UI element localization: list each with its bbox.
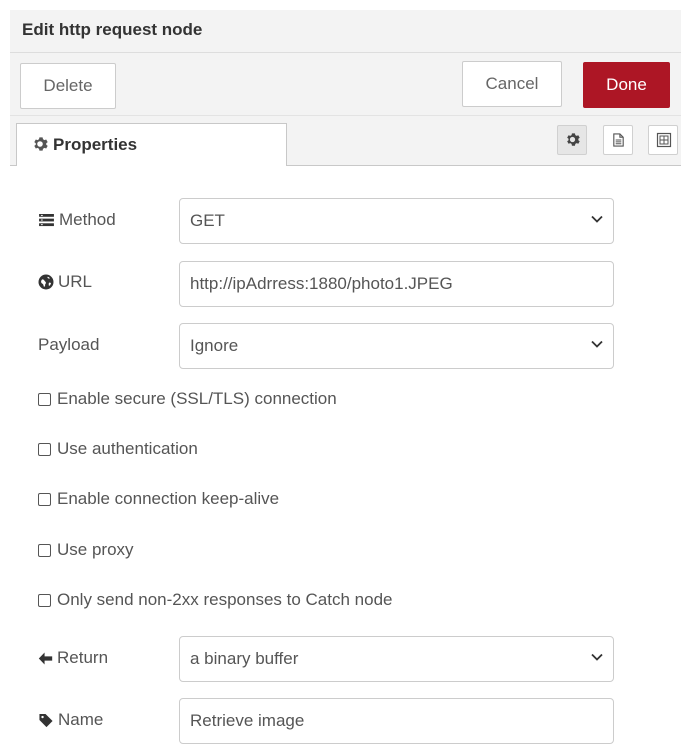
tab-appearance-button[interactable] <box>648 125 678 155</box>
method-select-value: GET <box>190 211 225 230</box>
checkbox-label: Enable secure (SSL/TLS) connection <box>57 389 337 408</box>
url-label: URL <box>38 272 92 292</box>
non-2xx-catch-checkbox[interactable]: Only send non-2xx responses to Catch nod… <box>38 590 392 610</box>
url-input[interactable]: http://ipAdrress:1880/photo1.JPEG <box>179 261 614 307</box>
tab-bar: Properties <box>10 116 681 166</box>
tab-properties-label: Properties <box>53 135 138 154</box>
use-proxy-checkbox[interactable]: Use proxy <box>38 540 134 560</box>
checkbox-label: Use authentication <box>57 439 198 458</box>
method-select[interactable]: GET <box>179 198 614 244</box>
checkbox-box[interactable] <box>38 442 51 456</box>
payload-label: Payload <box>38 335 99 355</box>
name-label: Name <box>38 710 103 730</box>
chevron-down-icon <box>591 215 603 223</box>
chevron-down-icon <box>591 340 603 348</box>
name-label-text: Name <box>58 710 104 729</box>
checkbox-box[interactable] <box>38 392 51 406</box>
dialog-title: Edit http request node <box>22 20 203 39</box>
dialog-toolbar: Delete Cancel Done <box>10 53 681 116</box>
payload-label-text: Payload <box>38 335 100 354</box>
return-select[interactable]: a binary buffer <box>179 636 614 682</box>
checkbox-label: Enable connection keep-alive <box>57 489 280 508</box>
chevron-down-icon <box>591 653 603 661</box>
tab-properties[interactable]: Properties <box>16 123 287 166</box>
tab-description-button[interactable] <box>603 125 633 155</box>
checkbox-box[interactable] <box>38 492 51 506</box>
tag-icon <box>39 713 53 727</box>
payload-select[interactable]: Ignore <box>179 323 614 369</box>
delete-button[interactable]: Delete <box>20 63 116 109</box>
checkbox-box[interactable] <box>38 593 51 607</box>
url-label-text: URL <box>58 272 93 291</box>
method-label-text: Method <box>59 210 116 229</box>
return-label-text: Return <box>57 648 109 667</box>
gear-icon <box>34 137 48 151</box>
list-icon <box>39 213 54 226</box>
appearance-icon <box>656 132 672 148</box>
name-input[interactable]: Retrieve image <box>179 698 614 744</box>
checkbox-label: Only send non-2xx responses to Catch nod… <box>57 590 393 609</box>
dialog-header: Edit http request node <box>10 10 681 53</box>
document-icon <box>613 133 624 147</box>
return-select-value: a binary buffer <box>190 649 299 668</box>
cancel-button[interactable]: Cancel <box>462 61 562 107</box>
checkbox-box[interactable] <box>38 543 51 557</box>
return-label: Return <box>38 648 108 668</box>
tab-settings-button[interactable] <box>557 125 587 155</box>
arrow-left-icon <box>38 651 53 665</box>
payload-select-value: Ignore <box>190 336 239 355</box>
checkbox-label: Use proxy <box>57 540 134 559</box>
gear-icon <box>567 133 580 146</box>
globe-icon <box>38 274 54 290</box>
secure-connection-checkbox[interactable]: Enable secure (SSL/TLS) connection <box>38 389 337 409</box>
done-button[interactable]: Done <box>583 62 670 108</box>
method-label: Method <box>38 210 116 230</box>
use-authentication-checkbox[interactable]: Use authentication <box>38 439 198 459</box>
keep-alive-checkbox[interactable]: Enable connection keep-alive <box>38 489 279 509</box>
